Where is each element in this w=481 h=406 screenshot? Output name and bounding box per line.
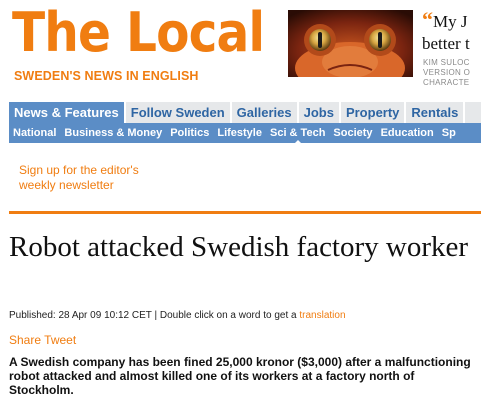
sub-navigation: National Business & Money Politics Lifestyl… [9, 123, 481, 143]
nav-jobs[interactable]: Jobs [299, 102, 341, 123]
ad-quote-line1: My J [433, 12, 468, 31]
article-headline: Robot attacked Swedish factory worker [9, 231, 469, 263]
nav-news-features[interactable]: News & Features [9, 102, 126, 123]
ad-creature-image [288, 10, 413, 77]
ad-quote-line2: better t [422, 34, 470, 53]
newsletter-signup-link[interactable]: Sign up for the editor's weekly newslett… [19, 163, 179, 193]
nav-rentals[interactable]: Rentals [406, 102, 466, 123]
nav-galleries[interactable]: Galleries [232, 102, 299, 123]
subnav-national[interactable]: National [9, 123, 60, 143]
share-bar: Share Tweet [9, 333, 76, 347]
quote-mark-icon: “ [422, 7, 433, 32]
subnav-education[interactable]: Education [377, 123, 438, 143]
logo-tagline: SWEDEN'S NEWS IN ENGLISH [14, 69, 199, 83]
subnav-lifestyle[interactable]: Lifestyle [213, 123, 266, 143]
ad-quote[interactable]: “My J better t [422, 9, 481, 55]
translation-link[interactable]: translation [299, 310, 345, 321]
logo-title: The Local [12, 1, 265, 64]
subnav-business-money[interactable]: Business & Money [60, 123, 166, 143]
nav-follow-sweden[interactable]: Follow Sweden [126, 102, 232, 123]
article-lede: A Swedish company has been fined 25,000 … [9, 355, 471, 397]
share-button[interactable]: Share [9, 333, 41, 347]
ad-caption: KIM SULOC VERSION O CHARACTE [423, 58, 481, 88]
nav-property[interactable]: Property [341, 102, 407, 123]
subnav-sci-tech[interactable]: Sci & Tech [266, 123, 329, 143]
subnav-society[interactable]: Society [329, 123, 376, 143]
article-meta: Published: 28 Apr 09 10:12 CET | Double … [9, 310, 479, 321]
published-info: Published: 28 Apr 09 10:12 CET | Double … [9, 310, 300, 321]
signup-line1: Sign up for the editor's [19, 163, 139, 177]
tweet-button[interactable]: Tweet [44, 333, 76, 347]
site-logo[interactable]: The Local SWEDEN'S NEWS IN ENGLISH [12, 2, 265, 88]
subnav-politics[interactable]: Politics [166, 123, 213, 143]
signup-line2: weekly newsletter [19, 178, 114, 192]
ad-caption-line1: KIM SULOC [423, 58, 470, 67]
advertisement-image[interactable] [288, 10, 413, 77]
ad-caption-line2: VERSION O [423, 68, 471, 77]
section-divider [9, 211, 481, 214]
main-navigation: News & Features Follow Sweden Galleries Job… [9, 102, 481, 123]
ad-caption-line3: CHARACTE [423, 78, 470, 87]
subnav-sport[interactable]: Sp [438, 123, 460, 143]
